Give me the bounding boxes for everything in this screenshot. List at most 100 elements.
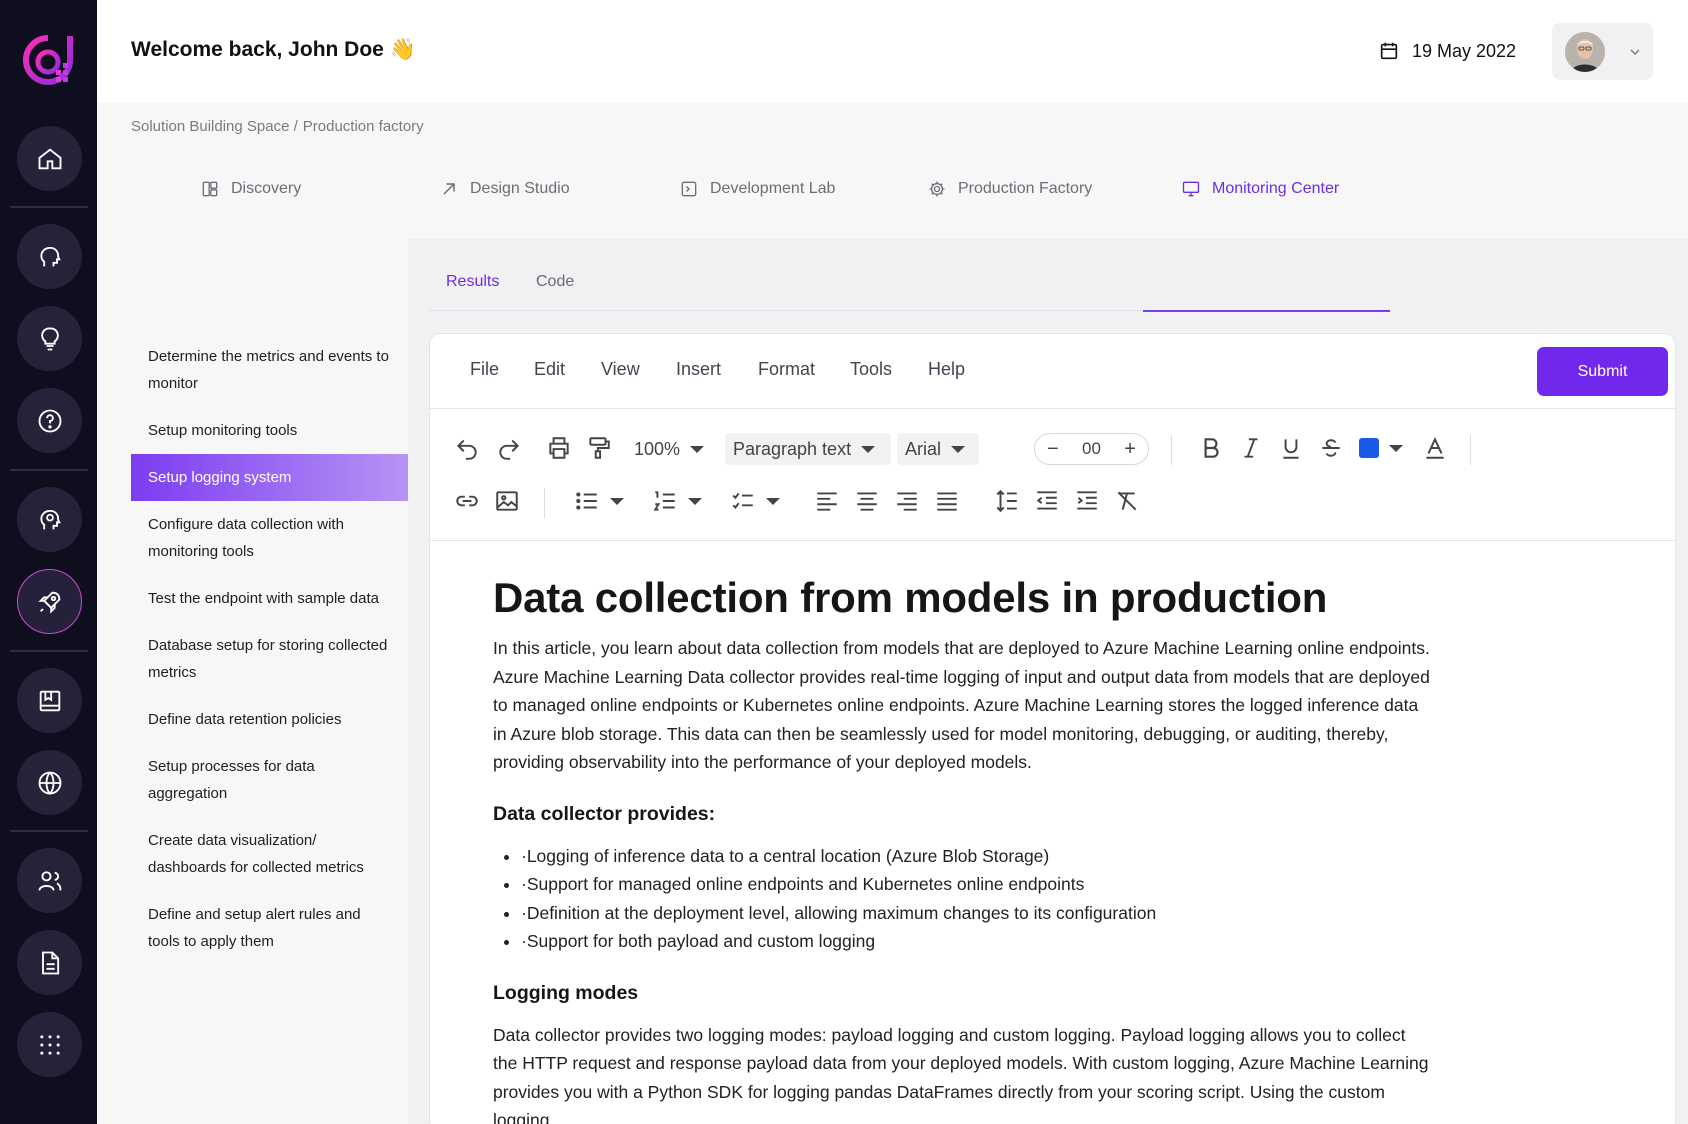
caret-down-icon — [688, 497, 702, 505]
indent-button[interactable] — [1072, 486, 1102, 516]
caret-down-icon — [951, 445, 966, 453]
home-button[interactable] — [17, 126, 82, 191]
welcome-message: Welcome back, John Doe 👋 — [131, 38, 416, 61]
underline-button[interactable] — [1276, 433, 1306, 463]
bullet-list-button[interactable] — [568, 486, 630, 516]
strikethrough-button[interactable] — [1316, 433, 1346, 463]
arrow-up-right-icon — [443, 183, 455, 195]
step-item[interactable]: Create data visualization/ dashboards fo… — [131, 817, 408, 891]
step-item[interactable]: Configure data collection with monitorin… — [131, 501, 408, 575]
global-button[interactable] — [17, 750, 82, 815]
block-style-value: Paragraph text — [733, 438, 852, 459]
user-menu[interactable] — [1552, 23, 1653, 80]
innovation-button[interactable] — [17, 487, 82, 552]
editor-panel: Results Code File Edit View Insert Forma… — [408, 239, 1688, 1124]
document-body[interactable]: Data collection from models in productio… — [493, 574, 1433, 1124]
ideation-button[interactable] — [17, 224, 82, 289]
tab-production-factory[interactable]: Production Factory — [927, 163, 1092, 215]
chevron-down-icon — [1630, 49, 1640, 55]
undo-icon — [456, 439, 477, 460]
step-item[interactable]: Define and setup alert rules and tools t… — [131, 891, 408, 965]
step-item[interactable]: Setup monitoring tools — [131, 407, 408, 454]
main-content: Solution Building Space / Production fac… — [97, 103, 1688, 1124]
section-heading: Data collector provides: — [493, 802, 716, 825]
launch-button[interactable] — [17, 569, 82, 634]
font-color-button[interactable] — [1420, 433, 1450, 463]
menu-insert[interactable]: Insert — [676, 359, 721, 380]
menu-file[interactable]: File — [470, 359, 499, 380]
outdent-button[interactable] — [1032, 486, 1062, 516]
checklist-button[interactable] — [724, 486, 786, 516]
tab-label: Production Factory — [958, 180, 1093, 197]
brand-logo[interactable] — [20, 32, 76, 90]
undo-button[interactable] — [452, 433, 482, 463]
font-value: Arial — [905, 438, 942, 459]
step-item[interactable]: Test the endpoint with sample data — [131, 575, 408, 622]
text-color-select[interactable] — [1356, 433, 1406, 463]
zoom-select[interactable]: 100% — [626, 433, 712, 465]
font-select[interactable]: Arial — [897, 433, 979, 465]
link-button[interactable] — [452, 486, 482, 516]
tab-code[interactable]: Code — [536, 273, 574, 291]
side-rail — [0, 0, 97, 1124]
align-justify-icon — [937, 492, 957, 511]
bold-button[interactable] — [1196, 433, 1226, 463]
redo-button[interactable] — [494, 433, 524, 463]
checklist-icon — [732, 492, 753, 509]
help-button[interactable] — [17, 388, 82, 453]
align-left-button[interactable] — [812, 486, 842, 516]
step-item[interactable]: Database setup for storing collected met… — [131, 622, 408, 696]
menu-help[interactable]: Help — [928, 359, 965, 380]
list-item: ·Logging of inference data to a central … — [521, 842, 1433, 871]
plus-icon[interactable]: + — [1124, 439, 1136, 459]
terminal-icon — [681, 181, 697, 197]
paint-format-button[interactable] — [584, 433, 614, 463]
submit-button[interactable]: Submit — [1537, 347, 1668, 396]
align-left-icon — [817, 492, 837, 511]
align-right-button[interactable] — [892, 486, 922, 516]
caret-down-icon — [1389, 444, 1403, 452]
minus-icon[interactable]: − — [1047, 439, 1059, 459]
menu-format[interactable]: Format — [758, 359, 815, 380]
menu-edit[interactable]: Edit — [534, 359, 565, 380]
library-button[interactable] — [17, 668, 82, 733]
image-button[interactable] — [492, 486, 522, 516]
rail-divider — [10, 650, 88, 652]
menu-tools[interactable]: Tools — [850, 359, 892, 380]
step-item[interactable]: Setup processes for data aggregation — [131, 743, 408, 817]
breadcrumb-item[interactable]: Solution Building Space / — [131, 118, 298, 135]
avatar — [1565, 31, 1605, 72]
align-center-button[interactable] — [852, 486, 882, 516]
date-display: 19 May 2022 — [1378, 40, 1516, 62]
font-size-stepper[interactable]: − 00 + — [1034, 433, 1149, 465]
italic-button[interactable] — [1236, 433, 1266, 463]
clear-format-button[interactable] — [1112, 486, 1142, 516]
block-style-select[interactable]: Paragraph text — [725, 433, 891, 465]
align-justify-button[interactable] — [932, 486, 962, 516]
apps-button[interactable] — [17, 1012, 82, 1077]
numbered-list-button[interactable] — [646, 486, 708, 516]
rich-text-editor: File Edit View Insert Format Tools Help … — [429, 333, 1676, 1124]
menu-view[interactable]: View — [601, 359, 640, 380]
caret-down-icon — [610, 497, 624, 505]
step-item[interactable]: Determine the metrics and events to moni… — [131, 333, 408, 407]
menu-bar: File Edit View Insert Format Tools Help … — [430, 334, 1675, 409]
team-button[interactable] — [17, 848, 82, 913]
print-button[interactable] — [544, 433, 574, 463]
documents-button[interactable] — [17, 930, 82, 995]
ideas-button[interactable] — [17, 306, 82, 371]
align-center-icon — [857, 492, 877, 511]
strikethrough-icon — [1322, 439, 1340, 457]
tab-monitoring-center[interactable]: Monitoring Center — [1181, 163, 1339, 215]
tab-design-studio[interactable]: Design Studio — [439, 163, 570, 215]
tab-results[interactable]: Results — [446, 273, 499, 291]
step-item[interactable]: Define data retention policies — [131, 696, 408, 743]
globe-icon — [38, 771, 61, 795]
caret-down-icon — [861, 445, 876, 453]
tab-development-lab[interactable]: Development Lab — [679, 163, 835, 215]
line-height-button[interactable] — [992, 486, 1022, 516]
head-bulb-icon — [39, 509, 61, 529]
tab-discovery[interactable]: Discovery — [200, 163, 301, 215]
step-item-active[interactable]: Setup logging system — [131, 454, 408, 501]
format-toolbar: 100% Paragraph text Arial − 00 + — [430, 409, 1675, 541]
